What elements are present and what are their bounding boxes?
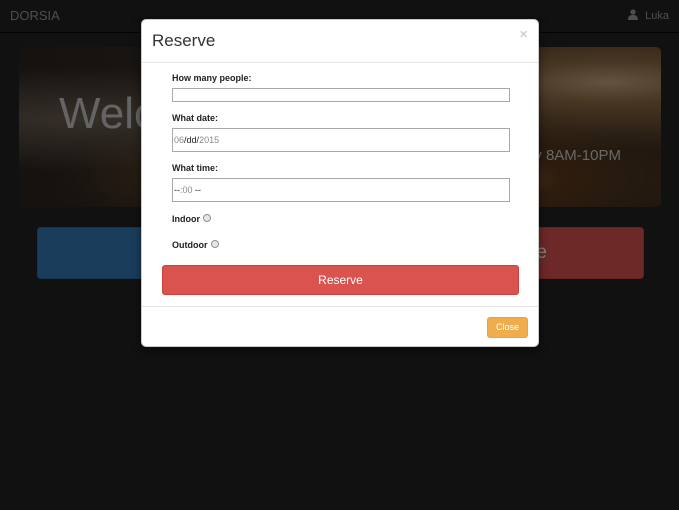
time-label: What time: xyxy=(172,163,218,173)
time-input[interactable]: --:00 -- xyxy=(172,178,510,202)
indoor-option[interactable]: Indoor xyxy=(172,214,211,224)
people-input[interactable] xyxy=(172,88,510,102)
modal-header: Reserve × xyxy=(142,20,538,63)
time-ampm: -- xyxy=(192,185,202,195)
page: DORSIA Luka Welco y 8AM-10PM e Reserve ×… xyxy=(0,0,679,510)
reserve-modal: Reserve × How many people: What date: 06… xyxy=(141,19,539,347)
date-input[interactable]: 06/dd/2015 xyxy=(172,128,510,152)
people-label: How many people: xyxy=(172,73,252,83)
date-year: 2015 xyxy=(199,135,220,145)
date-day: dd xyxy=(186,135,197,145)
close-icon[interactable]: × xyxy=(519,27,528,42)
time-minute: 00 xyxy=(182,185,193,195)
outdoor-radio[interactable] xyxy=(210,240,219,248)
indoor-radio[interactable] xyxy=(203,214,211,222)
outdoor-option[interactable]: Outdoor xyxy=(172,240,219,250)
modal-footer: Close xyxy=(142,306,538,347)
indoor-label: Indoor xyxy=(172,214,200,224)
date-label: What date: xyxy=(172,113,218,123)
reserve-button[interactable]: Reserve xyxy=(162,265,519,295)
close-button[interactable]: Close xyxy=(487,317,528,338)
outdoor-label: Outdoor xyxy=(172,240,208,250)
date-month: 06 xyxy=(174,135,185,145)
modal-title: Reserve xyxy=(152,31,216,50)
